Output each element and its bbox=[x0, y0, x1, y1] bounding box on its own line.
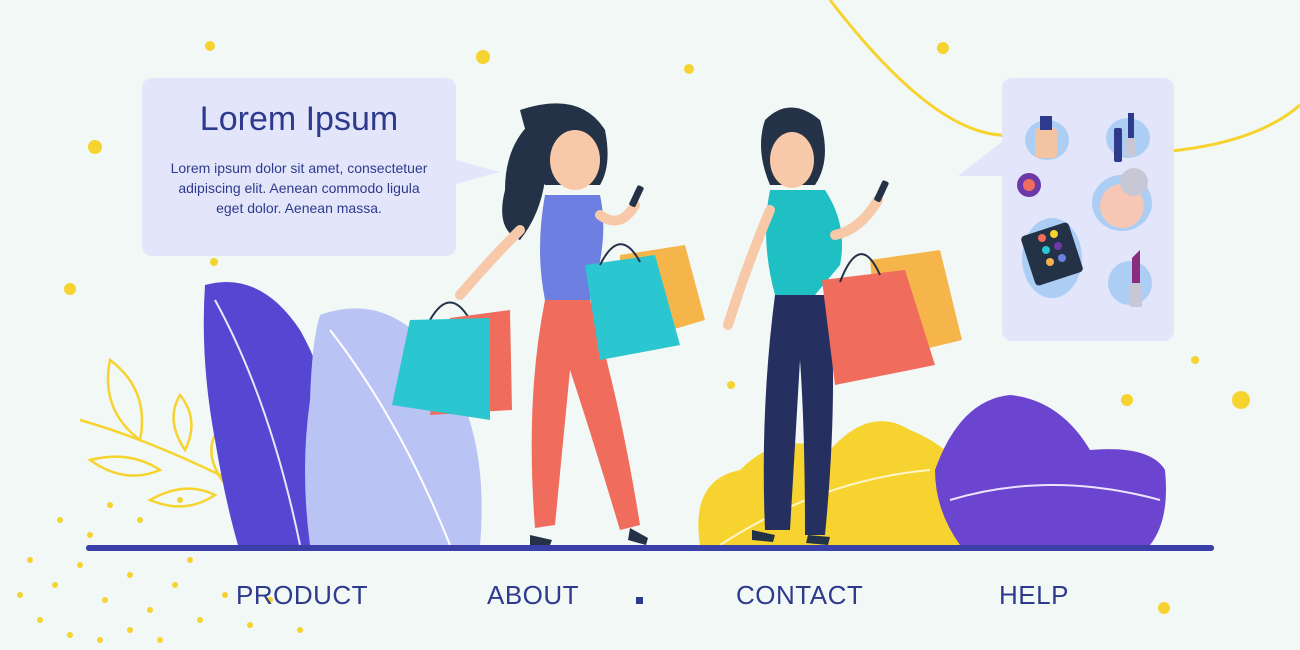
cosmetics-panel bbox=[1002, 78, 1174, 341]
hero-title: Lorem Ipsum bbox=[199, 100, 399, 138]
nav-separator-dot bbox=[636, 597, 643, 604]
nav-product-link[interactable]: PRODUCT bbox=[236, 580, 368, 611]
cosmetics-bubble-tail bbox=[958, 140, 1004, 176]
foundation-bottle-icon bbox=[1025, 116, 1069, 160]
eyeshadow-icon bbox=[1017, 173, 1041, 197]
mascara-icon bbox=[1106, 113, 1150, 162]
compact-powder-icon bbox=[1092, 168, 1152, 231]
nav-contact-link[interactable]: CONTACT bbox=[736, 580, 863, 611]
ground-bar bbox=[86, 545, 1214, 551]
hero-body: Lorem ipsum dolor sit amet, consectetuer… bbox=[170, 160, 428, 216]
nav-help-link[interactable]: HELP bbox=[999, 580, 1069, 611]
shopping-bags-right bbox=[822, 250, 962, 385]
nav-about-link[interactable]: ABOUT bbox=[487, 580, 579, 611]
footer-nav: PRODUCT ABOUT CONTACT HELP bbox=[0, 580, 1300, 624]
info-bubble: Lorem Ipsum Lorem ipsum dolor sit amet, … bbox=[142, 78, 456, 256]
purple-leaf-right bbox=[935, 395, 1166, 545]
eyeshadow-palette-icon bbox=[1021, 218, 1083, 298]
bubble-tail bbox=[456, 160, 500, 184]
lipstick-icon bbox=[1108, 250, 1152, 307]
